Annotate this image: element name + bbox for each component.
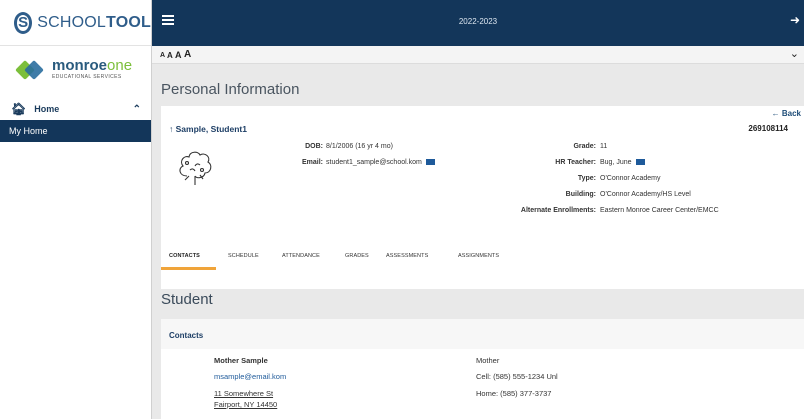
mail-icon[interactable]: [635, 159, 645, 165]
tab-assessments[interactable]: ASSESSMENTS: [386, 253, 428, 259]
hr-teacher-value: Bug, June: [600, 159, 645, 166]
partner-logo: monroeone EDUCATIONAL SERVICES: [0, 46, 151, 92]
building-value: O'Connor Academy/HS Level: [600, 191, 691, 198]
tab-schedule[interactable]: SCHEDULE: [228, 253, 259, 259]
partner-name-bold: monroe: [52, 57, 108, 74]
partner-name-light: one: [107, 57, 133, 74]
tab-attendance[interactable]: ATTENDANCE: [282, 253, 320, 259]
sidebar-item-label: Home: [34, 104, 60, 114]
tab-contacts[interactable]: CONTACTS: [169, 253, 200, 259]
font-size-medium-button[interactable]: A: [167, 51, 173, 60]
grade-value: 11: [600, 143, 608, 150]
logout-icon[interactable]: ➜: [790, 13, 800, 27]
mail-icon[interactable]: [425, 159, 435, 165]
font-size-bar: A A A A ⌄: [152, 46, 804, 64]
alternate-enrollments-value: Eastern Monroe Career Center/EMCC: [600, 207, 719, 214]
back-link[interactable]: ← Back: [772, 109, 801, 118]
chevron-up-icon[interactable]: ⌃: [133, 104, 141, 115]
monroe-one-logo-icon: [15, 59, 44, 80]
sidebar-item-label: My Home: [9, 126, 48, 136]
contact-address-line1[interactable]: 11 Somewhere St: [214, 389, 273, 398]
contact-relationship: Mother: [476, 356, 500, 365]
building-label: Building:: [565, 191, 596, 198]
section-title: Student: [161, 291, 213, 308]
alternate-enrollments-label: Alternate Enrollments:: [520, 207, 596, 214]
schooltool-logo[interactable]: S SCHOOLTOOL: [0, 0, 151, 46]
top-bar: 2022-2023 ➜: [152, 0, 804, 46]
dob-label: DOB:: [305, 143, 323, 150]
email-value: student1_sample@school.kom: [326, 159, 435, 166]
type-value: O'Connor Academy: [600, 175, 661, 182]
dob-value: 8/1/2006 (16 yr 4 mo): [326, 143, 393, 150]
contact-address-line2[interactable]: Fairport, NY 14450: [214, 400, 277, 409]
tab-bar: CONTACTS SCHEDULE ATTENDANCE GRADES ASSE…: [161, 244, 804, 270]
font-size-xlarge-button[interactable]: A: [184, 49, 191, 60]
sidebar: S SCHOOLTOOL monroeone EDUCATIONAL SERVI…: [0, 0, 152, 419]
school-year: 2022-2023: [458, 17, 498, 26]
contact-card: Mother Sample msample@email.kom 11 Somew…: [161, 349, 804, 419]
arrow-up-icon: ↑: [169, 124, 174, 134]
type-label: Type:: [577, 175, 596, 182]
font-size-small-button[interactable]: A: [160, 52, 165, 59]
logo-bold: TOOL: [106, 13, 151, 31]
home-icon: 🏠︎: [11, 102, 27, 116]
contact-email-link[interactable]: msample@email.kom: [214, 372, 286, 381]
contact-cell-phone: Cell: (585) 555-1234 Unl: [476, 372, 558, 381]
sidebar-item-my-home[interactable]: My Home: [0, 120, 151, 142]
student-avatar-icon: [179, 151, 212, 185]
active-tab-indicator: [161, 267, 216, 270]
tab-assignments[interactable]: ASSIGNMENTS: [458, 253, 499, 259]
hr-teacher-label: HR Teacher:: [555, 159, 596, 166]
page-title: Personal Information: [161, 81, 300, 98]
tab-grades[interactable]: GRADES: [345, 253, 369, 259]
chevron-down-icon[interactable]: ⌄: [790, 47, 799, 60]
schooltool-s-icon: S: [14, 11, 33, 34]
contact-name: Mother Sample: [214, 356, 268, 365]
main-content: Personal Information ← Back ↑ Sample, St…: [152, 64, 804, 419]
student-name-link[interactable]: ↑ Sample, Student1: [169, 124, 247, 134]
font-size-large-button[interactable]: A: [175, 50, 182, 60]
logo-prefix: SCHOOL: [37, 13, 107, 31]
arrow-left-icon: ←: [771, 109, 780, 118]
partner-tagline: EDUCATIONAL SERVICES: [52, 74, 122, 80]
contacts-panel: Contacts Mother Sample msample@email.kom…: [161, 319, 804, 419]
email-label: Email:: [301, 159, 323, 166]
student-id: 269108114: [748, 124, 788, 133]
sidebar-item-home[interactable]: 🏠︎ Home ⌃: [0, 98, 151, 120]
grade-label: Grade:: [573, 143, 596, 150]
contacts-heading: Contacts: [169, 331, 204, 340]
contact-home-phone: Home: (585) 377-3737: [476, 389, 552, 398]
